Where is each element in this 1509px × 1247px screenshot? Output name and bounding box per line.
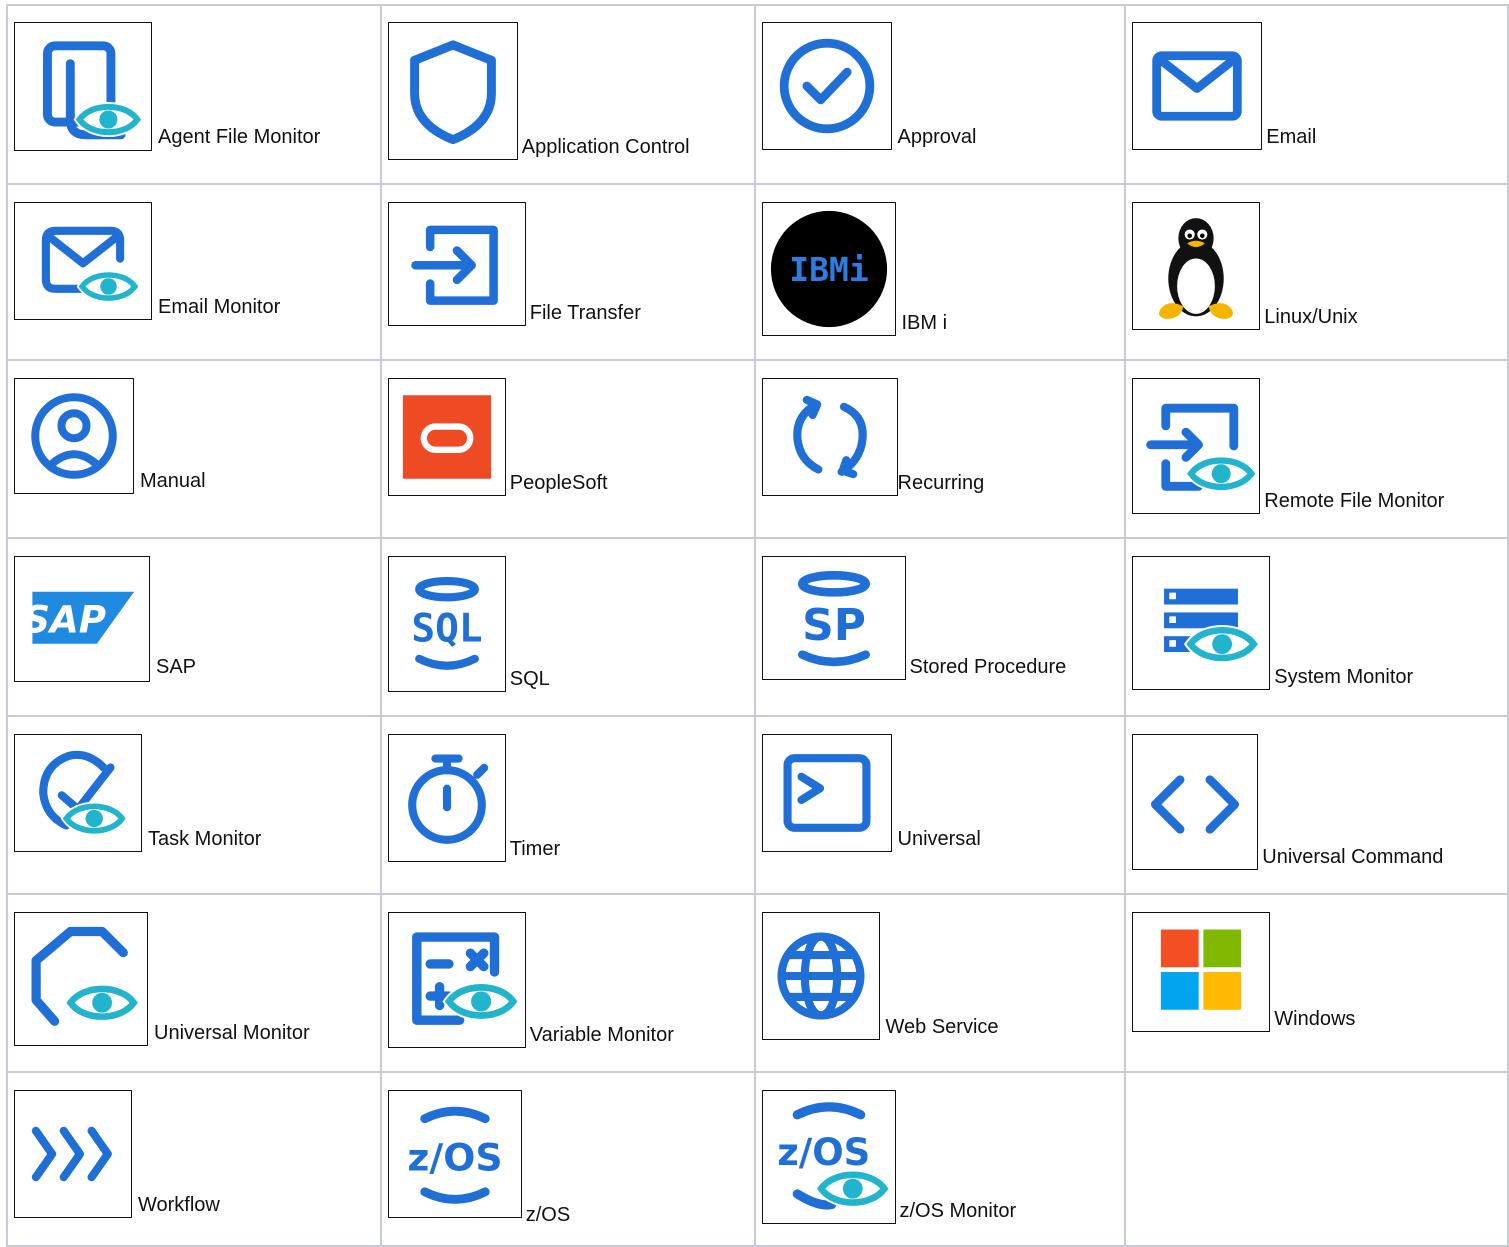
task-type-cell: SQL SQL xyxy=(379,537,756,717)
task-type-label: Recurring xyxy=(897,472,985,494)
task-type-cell: Web Service xyxy=(753,893,1127,1073)
task-type-cell: Variable Monitor xyxy=(379,893,756,1073)
task-type-label: Windows xyxy=(1274,1008,1356,1030)
manual-icon xyxy=(14,378,134,494)
grid-row: Universal Monitor Variable Monitor Web Se… xyxy=(6,893,1509,1073)
task-type-cell: Agent File Monitor xyxy=(6,4,382,185)
task-type-cell: Email xyxy=(1124,4,1509,185)
task-type-cell: Universal xyxy=(753,715,1127,895)
task-type-cell: Timer xyxy=(379,715,756,895)
peoplesoft-icon xyxy=(387,378,506,496)
task-type-cell: Manual xyxy=(6,359,382,539)
universal-command-icon xyxy=(1132,734,1259,870)
task-type-cell: PeopleSoft xyxy=(379,359,756,539)
task-type-cell: z/OS z/OS Monitor xyxy=(753,1071,1127,1247)
system-monitor-icon xyxy=(1132,556,1271,690)
ibm-i-icon: IBMi xyxy=(761,202,896,336)
grid-row: Task Monitor Timer Universal Universal Comm… xyxy=(6,715,1509,895)
application-control-icon xyxy=(387,22,518,160)
task-type-label: Web Service xyxy=(885,1016,999,1038)
task-type-cell: z/OS z/OS xyxy=(379,1071,756,1247)
task-type-cell: Universal Monitor xyxy=(6,893,382,1073)
task-type-label: Variable Monitor xyxy=(529,1024,674,1046)
task-type-label: Task Monitor xyxy=(148,828,262,850)
task-type-label: Universal Monitor xyxy=(154,1022,310,1044)
grid-row: SAP SAP SQL SQL SP Stored Procedure System Mo… xyxy=(6,537,1509,717)
svg-text:SQL: SQL xyxy=(411,605,482,651)
zos-monitor-icon: z/OS xyxy=(761,1090,896,1224)
recurring-icon xyxy=(761,378,898,496)
windows-icon xyxy=(1132,912,1271,1032)
task-type-cell: Recurring xyxy=(753,359,1127,539)
email-monitor-icon xyxy=(14,202,152,320)
task-type-cell: IBMi IBM i xyxy=(753,183,1127,361)
remote-file-monitor-icon xyxy=(1132,378,1261,514)
task-type-cell: SP Stored Procedure xyxy=(753,537,1127,717)
variable-monitor-icon xyxy=(387,912,526,1048)
empty-cell xyxy=(1124,1071,1509,1247)
svg-text:z/OS: z/OS xyxy=(777,1131,870,1174)
workflow-icon xyxy=(14,1090,132,1218)
task-type-label: Universal Command xyxy=(1262,846,1444,868)
stored-procedure-icon: SP xyxy=(761,556,906,680)
task-type-label: Approval xyxy=(897,126,977,148)
file-transfer-icon xyxy=(387,202,526,326)
linux-unix-icon xyxy=(1132,202,1261,330)
task-type-label: Timer xyxy=(509,838,561,860)
task-type-label: Application Control xyxy=(521,136,690,158)
email-icon xyxy=(1132,22,1263,150)
sap-icon: SAP xyxy=(14,556,150,682)
task-type-cell: Workflow xyxy=(6,1071,382,1247)
task-type-label: System Monitor xyxy=(1274,666,1414,688)
task-type-cell: Remote File Monitor xyxy=(1124,359,1509,539)
task-type-label: Universal xyxy=(897,828,981,850)
task-type-label: SQL xyxy=(509,668,550,690)
task-type-label: Stored Procedure xyxy=(909,656,1067,678)
task-type-cell: Approval xyxy=(753,4,1127,185)
task-type-label: Email Monitor xyxy=(158,296,281,318)
svg-text:IBMi: IBMi xyxy=(789,250,868,289)
task-type-icon-grid: Agent File Monitor Application Control App… xyxy=(6,4,1509,1247)
grid-row: Manual PeopleSoft Recurring Remote File Mo… xyxy=(6,359,1509,539)
task-type-cell: Email Monitor xyxy=(6,183,382,361)
grid-row: Agent File Monitor Application Control App… xyxy=(6,4,1509,185)
task-type-cell: Task Monitor xyxy=(6,715,382,895)
task-type-label: File Transfer xyxy=(529,302,641,324)
task-type-label: Manual xyxy=(140,470,206,492)
task-type-cell: Windows xyxy=(1124,893,1509,1073)
task-type-cell: System Monitor xyxy=(1124,537,1509,717)
task-type-cell: Application Control xyxy=(379,4,756,185)
grid-row: Email Monitor File Transfer IBMi IBM i Linux… xyxy=(6,183,1509,361)
grid-row: Workflow z/OS z/OS z/OS z/OS Monitor xyxy=(6,1071,1509,1247)
task-type-cell: SAP SAP xyxy=(6,537,382,717)
task-type-label: Linux/Unix xyxy=(1264,306,1358,328)
agent-file-monitor-icon xyxy=(14,22,152,151)
svg-text:z/OS: z/OS xyxy=(407,1135,502,1179)
task-type-label: Agent File Monitor xyxy=(158,126,321,148)
web-service-icon xyxy=(761,912,880,1040)
task-type-label: Email xyxy=(1266,126,1317,148)
sql-icon: SQL xyxy=(387,556,506,692)
task-type-cell: Universal Command xyxy=(1124,715,1509,895)
task-type-label: Remote File Monitor xyxy=(1264,490,1445,512)
task-type-label: IBM i xyxy=(901,312,948,334)
task-type-label: SAP xyxy=(156,656,197,678)
task-type-label: z/OS xyxy=(525,1204,571,1226)
task-type-cell: File Transfer xyxy=(379,183,756,361)
approval-icon xyxy=(761,22,892,150)
universal-monitor-icon xyxy=(14,912,148,1046)
timer-icon xyxy=(387,734,506,862)
task-type-label: Workflow xyxy=(138,1194,220,1216)
universal-icon xyxy=(761,734,892,852)
task-type-label: PeopleSoft xyxy=(509,472,608,494)
task-type-cell: Linux/Unix xyxy=(1124,183,1509,361)
svg-text:SAP: SAP xyxy=(23,598,106,642)
task-monitor-icon xyxy=(14,734,142,852)
task-type-label: z/OS Monitor xyxy=(899,1200,1017,1222)
zos-icon: z/OS xyxy=(387,1090,522,1218)
svg-text:SP: SP xyxy=(802,600,866,651)
